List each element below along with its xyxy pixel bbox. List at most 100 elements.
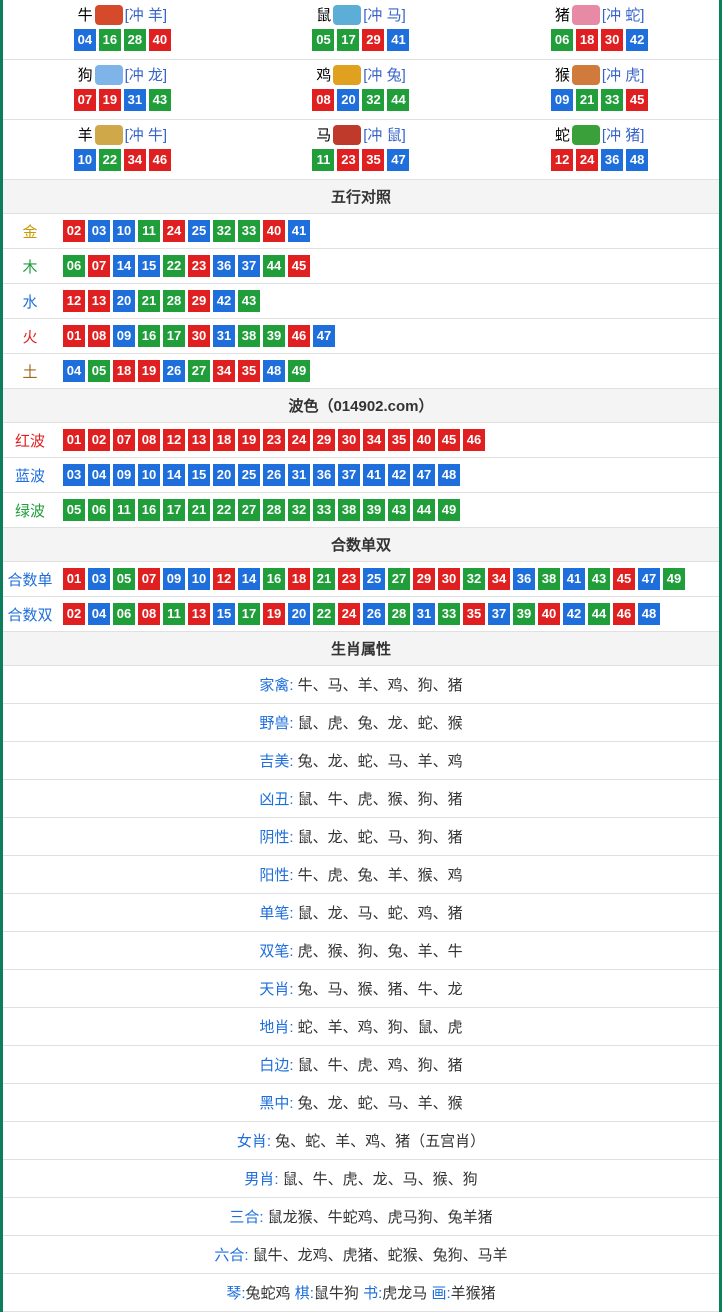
number-ball: 24 — [163, 220, 185, 242]
attr-row: 野兽: 鼠、虎、兔、龙、蛇、猴 — [3, 704, 719, 742]
number-ball: 26 — [363, 603, 385, 625]
number-ball: 16 — [138, 325, 160, 347]
number-ball: 48 — [438, 464, 460, 486]
zodiac-cell: 猪 [冲 蛇] 06183042 — [480, 0, 719, 60]
number-ball: 47 — [413, 464, 435, 486]
zodiac-conflict: [冲 猪] — [602, 124, 645, 145]
number-ball: 15 — [138, 255, 160, 277]
number-ball: 02 — [88, 429, 110, 451]
number-ball: 39 — [363, 499, 385, 521]
number-ball: 25 — [363, 568, 385, 590]
attr-value: 兔、龙、蛇、马、羊、猴 — [294, 1095, 463, 1112]
number-ball: 13 — [88, 290, 110, 312]
number-ball: 08 — [88, 325, 110, 347]
zodiac-conflict: [冲 羊] — [125, 4, 168, 25]
number-ball: 44 — [387, 89, 409, 111]
number-ball: 43 — [388, 499, 410, 521]
number-ball: 08 — [138, 603, 160, 625]
attr-row: 吉美: 兔、龙、蛇、马、羊、鸡 — [3, 742, 719, 780]
section-header-heshu: 合数单双 — [3, 528, 719, 562]
attr-label: 阳性: — [259, 867, 293, 884]
number-ball: 36 — [213, 255, 235, 277]
number-ball: 34 — [124, 149, 146, 171]
number-ball: 11 — [163, 603, 185, 625]
attr-row: 单笔: 鼠、龙、马、蛇、鸡、猪 — [3, 894, 719, 932]
number-ball: 19 — [99, 89, 121, 111]
number-ball: 02 — [63, 220, 85, 242]
zodiac-name: 鸡 — [316, 64, 331, 85]
number-ball: 15 — [213, 603, 235, 625]
number-ball: 09 — [113, 325, 135, 347]
number-ball: 35 — [362, 149, 384, 171]
zodiac-conflict: [冲 马] — [363, 4, 406, 25]
number-ball: 10 — [74, 149, 96, 171]
kv-label: 红波 — [3, 430, 57, 451]
number-ball: 19 — [238, 429, 260, 451]
zodiac-icon — [333, 125, 361, 145]
number-ball: 03 — [88, 568, 110, 590]
number-ball: 29 — [413, 568, 435, 590]
attr-row: 阴性: 鼠、龙、蛇、马、狗、猪 — [3, 818, 719, 856]
zodiac-icon — [333, 65, 361, 85]
number-ball: 42 — [563, 603, 585, 625]
number-ball: 28 — [124, 29, 146, 51]
wuxing-table: 金 02031011242532334041 木 060714152223363… — [3, 214, 719, 389]
number-ball: 45 — [288, 255, 310, 277]
bose-table: 红波 0102070812131819232429303435404546 蓝波… — [3, 423, 719, 528]
kv-label: 绿波 — [3, 500, 57, 521]
number-ball: 45 — [626, 89, 648, 111]
number-ball: 32 — [362, 89, 384, 111]
number-ball: 46 — [613, 603, 635, 625]
number-ball: 02 — [63, 603, 85, 625]
attr-value: 鼠、牛、虎、鸡、狗、猪 — [294, 1057, 463, 1074]
number-ball: 13 — [188, 429, 210, 451]
number-ball: 09 — [551, 89, 573, 111]
zodiac-icon — [95, 125, 123, 145]
number-ball: 17 — [163, 325, 185, 347]
kv-row: 蓝波 03040910141520252631363741424748 — [3, 458, 719, 493]
number-ball: 26 — [163, 360, 185, 382]
heshu-table: 合数单 010305070910121416182123252729303234… — [3, 562, 719, 632]
zodiac-name: 猪 — [555, 4, 570, 25]
number-ball: 32 — [213, 220, 235, 242]
number-ball: 07 — [74, 89, 96, 111]
number-ball: 29 — [362, 29, 384, 51]
number-ball: 30 — [601, 29, 623, 51]
number-ball: 22 — [99, 149, 121, 171]
number-ball: 28 — [163, 290, 185, 312]
attr-label: 男肖: — [244, 1171, 278, 1188]
number-ball: 27 — [188, 360, 210, 382]
number-ball: 30 — [338, 429, 360, 451]
attr-value: 兔、龙、蛇、马、羊、鸡 — [294, 753, 463, 770]
number-ball: 16 — [99, 29, 121, 51]
number-ball: 42 — [626, 29, 648, 51]
attr-label: 阴性: — [259, 829, 293, 846]
number-ball: 05 — [113, 568, 135, 590]
number-ball: 33 — [313, 499, 335, 521]
number-ball: 05 — [63, 499, 85, 521]
kv-row: 火 0108091617303138394647 — [3, 319, 719, 354]
number-ball: 43 — [588, 568, 610, 590]
number-ball: 32 — [463, 568, 485, 590]
attr-label: 凶丑: — [259, 791, 293, 808]
number-ball: 31 — [288, 464, 310, 486]
number-ball: 08 — [312, 89, 334, 111]
attr-row: 地肖: 蛇、羊、鸡、狗、鼠、虎 — [3, 1008, 719, 1046]
number-ball: 47 — [638, 568, 660, 590]
kv-label: 土 — [3, 361, 57, 382]
number-ball: 33 — [601, 89, 623, 111]
number-ball: 41 — [563, 568, 585, 590]
kv-row: 金 02031011242532334041 — [3, 214, 719, 249]
number-ball: 41 — [288, 220, 310, 242]
number-ball: 29 — [313, 429, 335, 451]
number-ball: 12 — [213, 568, 235, 590]
attr-row: 双笔: 虎、猴、狗、兔、羊、牛 — [3, 932, 719, 970]
attr-label: 地肖: — [259, 1019, 293, 1036]
number-ball: 43 — [238, 290, 260, 312]
attr-label: 黑中: — [259, 1095, 293, 1112]
zodiac-conflict: [冲 鼠] — [363, 124, 406, 145]
attr-row: 黑中: 兔、龙、蛇、马、羊、猴 — [3, 1084, 719, 1122]
number-ball: 16 — [263, 568, 285, 590]
number-ball: 37 — [338, 464, 360, 486]
number-ball: 38 — [238, 325, 260, 347]
